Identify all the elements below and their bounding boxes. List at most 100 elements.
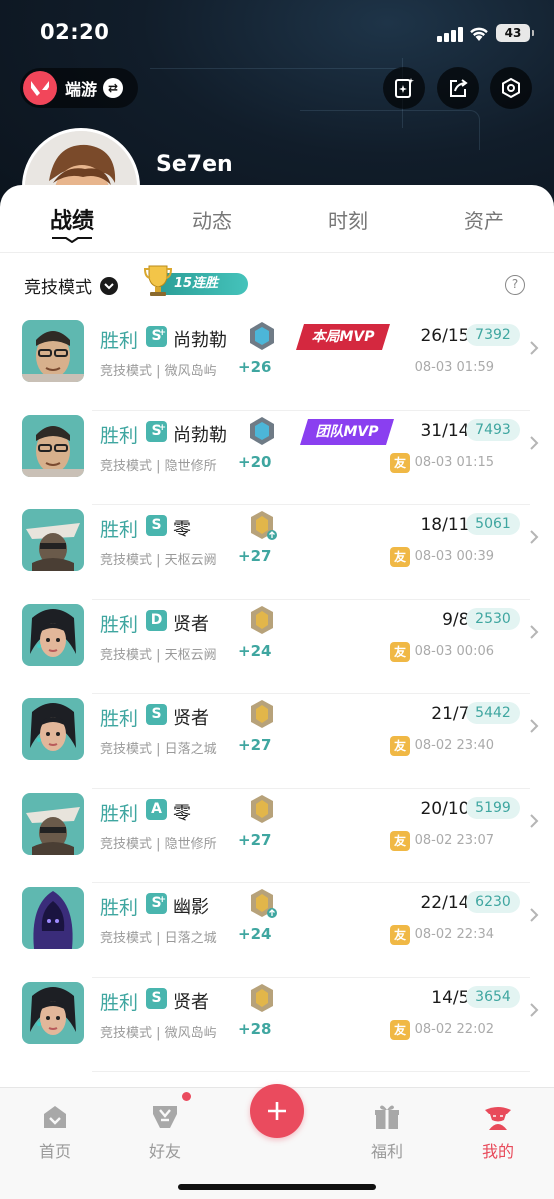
status-time: 02:20 [40, 20, 110, 44]
agent-portrait [22, 603, 84, 666]
help-icon[interactable]: ? [505, 275, 525, 295]
nav-welfare-label: 福利 [370, 1142, 403, 1161]
nav-me[interactable]: 我的 [468, 1102, 528, 1162]
mode-map: 竞技模式 | 天枢云阙 [100, 553, 217, 568]
game-switch-button[interactable]: 端游 ⇄ [20, 68, 138, 108]
agent-name: 贤者 [173, 708, 209, 729]
match-row[interactable]: 胜利 S + 尚勃勒 竞技模式 | 微风岛屿 +26 本局MVP 26/15/4 … [0, 316, 554, 411]
valorant-logo-icon [23, 71, 57, 105]
match-list: 胜利 S + 尚勃勒 竞技模式 | 微风岛屿 +26 本局MVP 26/15/4 … [0, 316, 554, 1072]
rank-tier-gold-icon [251, 794, 273, 823]
performance-rank-badge: S [146, 515, 167, 536]
mode-map: 竞技模式 | 微风岛屿 [100, 364, 217, 379]
match-row[interactable]: 胜利 S 贤者 竞技模式 | 微风岛屿 +28 14/5/5 3654 友 08… [0, 978, 554, 1072]
match-date: 08-03 01:59 [414, 360, 494, 375]
agent-portrait [22, 320, 84, 382]
combat-score: 7392 [466, 324, 520, 346]
match-row[interactable]: 胜利 A 零 竞技模式 | 隐世修所 +27 20/10/1 5199 友 08… [0, 789, 554, 883]
mode-filter-dropdown[interactable]: 竞技模式 [24, 273, 118, 298]
header-decoration [300, 110, 480, 150]
settings-button[interactable] [490, 67, 532, 109]
friend-badge: 友 [390, 925, 410, 945]
tab-feed[interactable]: 动态 [162, 205, 262, 234]
agent-name: 幽影 [173, 897, 209, 918]
match-result: 胜利 [100, 424, 139, 447]
match-row[interactable]: 胜利 S + 尚勃勒 竞技模式 | 隐世修所 +20 团队MVP 31/14/0 … [0, 411, 554, 505]
match-date: 08-02 22:02 [414, 1021, 494, 1037]
performance-rank-badge: S + [146, 420, 167, 442]
chevron-right-icon [530, 530, 539, 544]
tab-bar: 战绩 动态 时刻 资产 [0, 185, 554, 253]
nav-welfare[interactable]: 福利 [357, 1102, 417, 1162]
nav-home[interactable]: 首页 [25, 1102, 85, 1162]
nav-me-label: 我的 [481, 1142, 514, 1161]
performance-rank-badge: S + [146, 893, 167, 914]
nav-friends[interactable]: 好友 [135, 1102, 195, 1162]
friend-badge: 友 [390, 736, 410, 756]
home-icon [44, 1106, 66, 1128]
bottom-nav: 首页 好友 福利 我的 [0, 1084, 554, 1199]
rank-rating-change: +20 [238, 452, 272, 471]
chevron-right-icon [530, 813, 539, 828]
chevron-right-icon [530, 1002, 539, 1017]
match-date: 08-03 00:06 [414, 643, 494, 659]
friend-badge: 友 [390, 830, 410, 851]
agent-portrait [22, 792, 84, 855]
card-sparkle-icon [395, 78, 414, 98]
match-mvp-badge: 本局MVP [296, 324, 390, 350]
performance-rank-badge: S [146, 987, 167, 1009]
agent-name: 贤者 [173, 991, 209, 1013]
username: Se7en [156, 152, 233, 177]
swap-icon: ⇄ [103, 78, 124, 98]
tab-record[interactable]: 战绩 [22, 203, 122, 235]
agent-name: 贤者 [173, 613, 209, 635]
plus-icon [268, 1102, 286, 1120]
edit-card-button[interactable] [383, 67, 425, 109]
rank-tier-gold-icon [251, 511, 277, 540]
add-button[interactable] [250, 1084, 304, 1138]
agent-portrait [22, 887, 84, 949]
mode-map: 竞技模式 | 微风岛屿 [100, 1025, 217, 1041]
match-row[interactable]: 胜利 S + 幽影 竞技模式 | 日落之城 +24 22/14/9 6230 友 … [0, 883, 554, 978]
combat-score: 7493 [466, 418, 520, 441]
team-mvp-badge: 团队MVP [300, 418, 394, 445]
tab-assets[interactable]: 资产 [434, 205, 534, 234]
status-bar: 02:20 43 [0, 0, 554, 62]
friend-badge: 友 [390, 641, 410, 662]
match-date: 08-02 23:40 [414, 738, 494, 753]
chevron-right-icon [530, 341, 539, 355]
cellular-signal-icon [437, 26, 463, 42]
rank-rating-change: +27 [238, 547, 272, 565]
combat-score: 5061 [466, 513, 520, 535]
chevron-right-icon [530, 908, 539, 922]
agent-portrait [22, 509, 84, 571]
match-row[interactable]: 胜利 S 零 竞技模式 | 天枢云阙 +27 18/11/9 5061 友 08… [0, 505, 554, 600]
rank-tier-gold-icon [251, 889, 277, 918]
mode-map: 竞技模式 | 日落之城 [100, 931, 217, 946]
wifi-icon [470, 27, 488, 41]
share-button[interactable] [437, 67, 479, 109]
mode-map: 竞技模式 | 隐世修所 [100, 836, 217, 852]
match-row[interactable]: 胜利 D 贤者 竞技模式 | 天枢云阙 +24 9/8/8 2530 友 08-… [0, 600, 554, 694]
nav-home-label: 首页 [38, 1142, 71, 1161]
rank-rating-change: +27 [238, 830, 272, 849]
home-indicator [178, 1184, 376, 1190]
match-result: 胜利 [100, 991, 139, 1014]
match-row[interactable]: 胜利 S 贤者 竞技模式 | 日落之城 +27 21/7/3 5442 友 08… [0, 694, 554, 789]
tab-moments[interactable]: 时刻 [298, 205, 398, 234]
friend-badge: 友 [390, 1019, 410, 1040]
combat-score: 6230 [466, 891, 520, 913]
performance-rank-badge: S [146, 704, 167, 725]
friend-badge: 友 [390, 452, 410, 473]
agent-name: 零 [173, 802, 191, 824]
content-sheet: 战绩 动态 时刻 资产 竞技模式 15连胜 ? 胜利 S + 尚勃勒 竞技模式 … [0, 185, 554, 1199]
mode-filter-label: 竞技模式 [24, 278, 92, 298]
rank-rating-change: +24 [238, 925, 272, 943]
friends-icon [153, 1106, 177, 1128]
rank-rating-change: +27 [238, 736, 272, 754]
rank-rating-change: +24 [238, 641, 272, 660]
match-result: 胜利 [100, 897, 139, 919]
agent-portrait [22, 981, 84, 1044]
rank-tier-gold-icon [251, 700, 273, 728]
match-result: 胜利 [100, 802, 139, 825]
